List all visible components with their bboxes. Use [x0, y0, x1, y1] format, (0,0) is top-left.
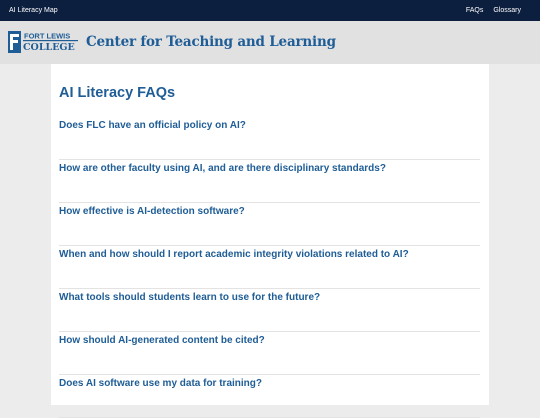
site-title[interactable]: Center for Teaching and Learning [86, 34, 336, 50]
faq-item[interactable]: How should AI-generated content be cited… [59, 332, 480, 375]
faq-question[interactable]: Does AI software use my data for trainin… [59, 375, 480, 389]
faq-question[interactable]: How effective is AI-detection software? [59, 203, 480, 217]
faq-question[interactable]: Does FLC have an official policy on AI? [59, 117, 480, 131]
ai-literacy-map-link[interactable]: AI Literacy Map [9, 7, 58, 14]
faq-question[interactable]: How should AI-generated content be cited… [59, 332, 480, 346]
faqs-link[interactable]: FAQs [466, 7, 484, 14]
fort-lewis-college-logo[interactable]: FORT LEWIS COLLEGE [8, 30, 78, 54]
page-title: AI Literacy FAQs [59, 85, 176, 101]
logo-text-line2: COLLEGE [23, 42, 75, 53]
logo-text-line1: FORT LEWIS [24, 32, 70, 41]
faq-item[interactable]: When and how should I report academic in… [59, 246, 480, 289]
faq-item[interactable]: What tools should students learn to use … [59, 289, 480, 332]
faq-item[interactable]: How effective is AI-detection software? [59, 203, 480, 246]
main-content: AI Literacy FAQs Does FLC have an offici… [51, 64, 489, 418]
faq-question[interactable]: When and how should I report academic in… [59, 246, 480, 260]
top-nav-links: FAQs Glossary [466, 7, 521, 14]
faq-item[interactable]: Does FLC have an official policy on AI? [59, 117, 480, 160]
site-header: FORT LEWIS COLLEGE Center for Teaching a… [0, 21, 540, 64]
faq-item[interactable]: How are other faculty using AI, and are … [59, 160, 480, 203]
faq-question[interactable]: How are other faculty using AI, and are … [59, 160, 480, 174]
faq-list: Does FLC have an official policy on AI? … [59, 117, 480, 418]
glossary-link[interactable]: Glossary [493, 7, 521, 14]
faq-item[interactable]: Does AI software use my data for trainin… [59, 375, 480, 418]
faq-question[interactable]: What tools should students learn to use … [59, 289, 480, 303]
top-navigation-bar: AI Literacy Map FAQs Glossary [0, 0, 540, 21]
